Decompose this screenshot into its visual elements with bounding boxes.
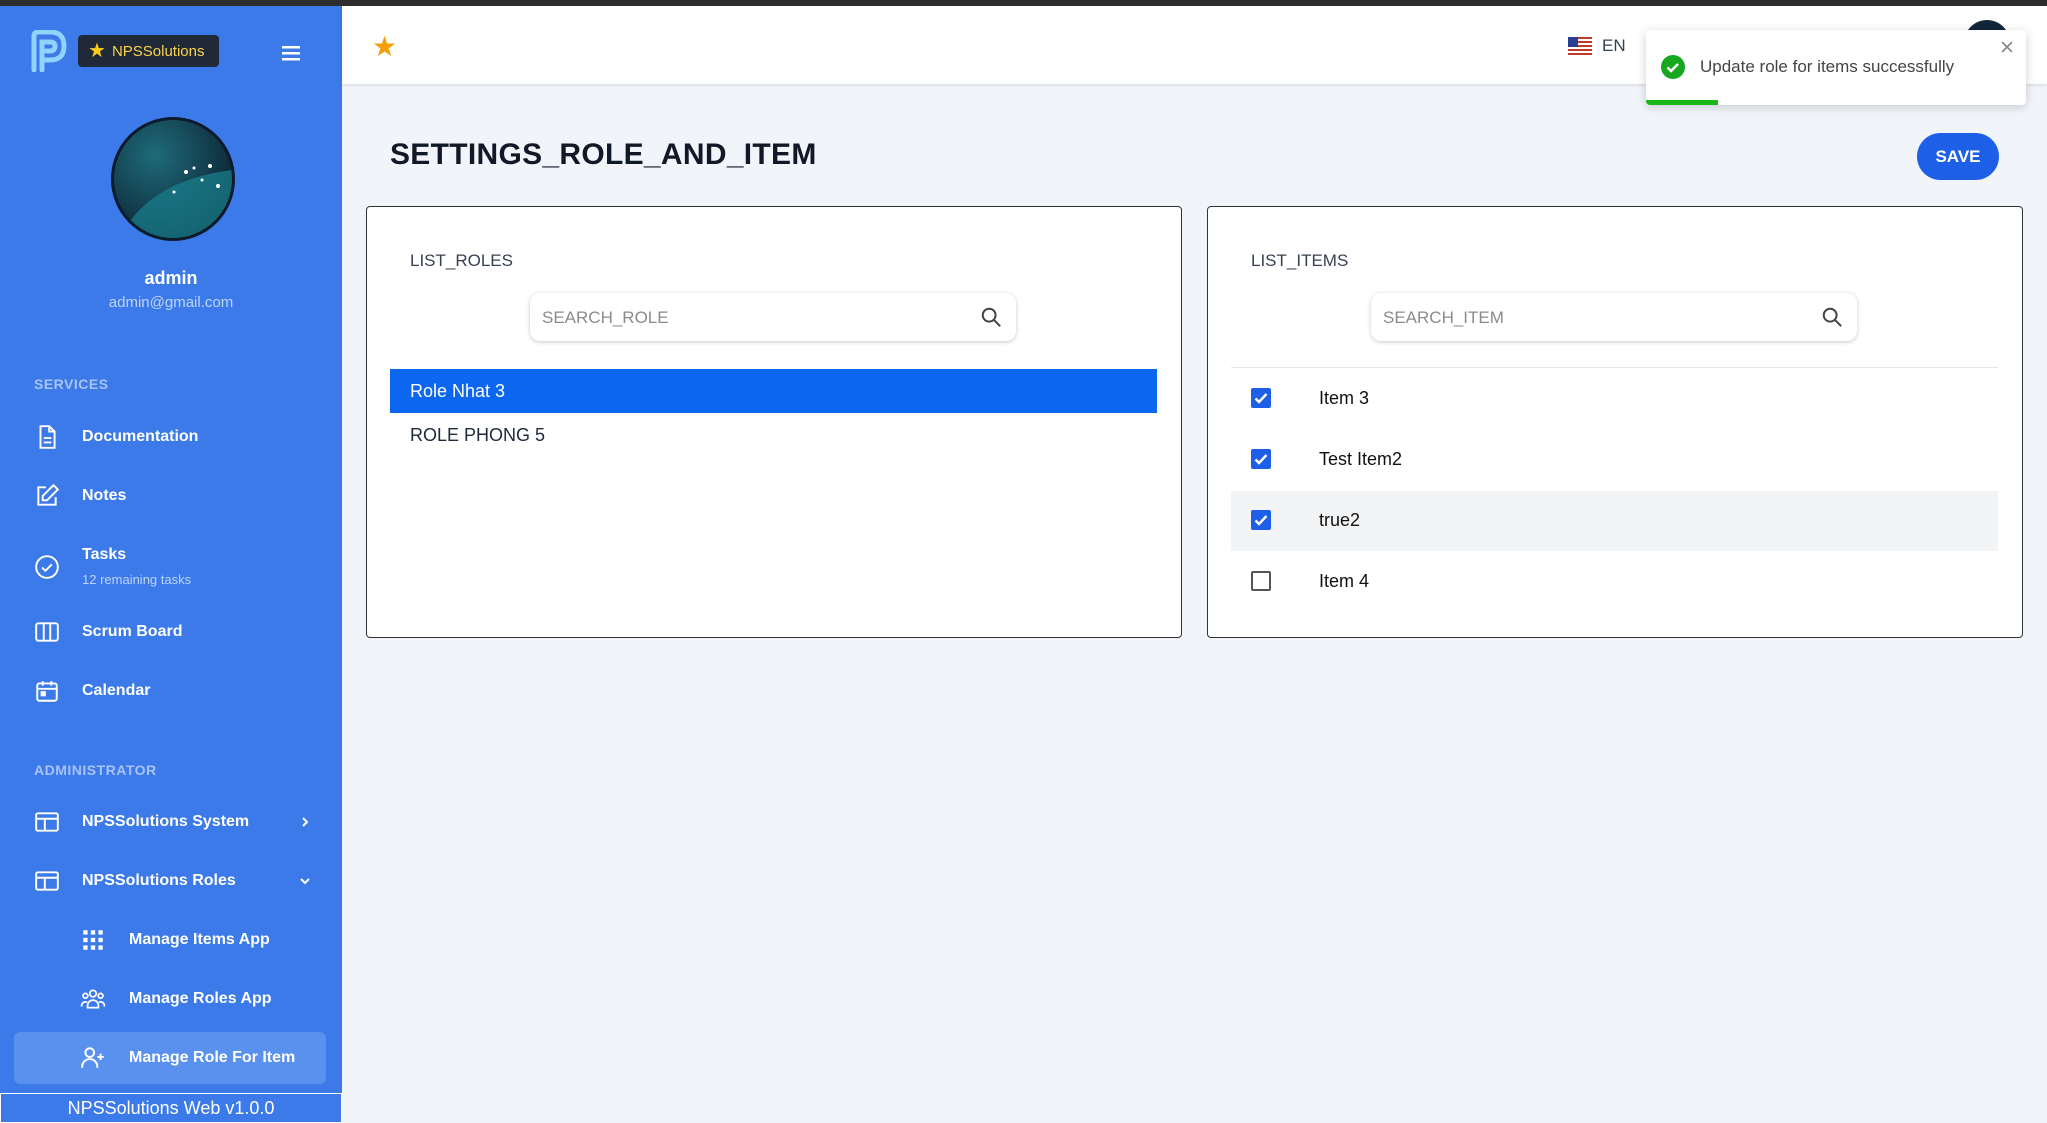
user-name: admin [144, 268, 198, 288]
items-panel: LIST_ITEMS Item 3 Test Item2 true2 Item … [1207, 206, 2023, 638]
item-checkbox[interactable] [1251, 449, 1271, 469]
toast-message: Update role for items successfully [1700, 57, 1955, 76]
sidebar-item-label: Tasks [82, 546, 127, 563]
app-logo [31, 30, 67, 72]
search-item-input[interactable] [1381, 293, 1785, 343]
sidebar-item-label: Scrum Board [82, 623, 183, 640]
us-flag-icon [1568, 37, 1592, 55]
role-list-item[interactable]: Role Nhat 3 [390, 369, 1157, 413]
sidebar-item-label: Calendar [82, 682, 151, 699]
role-search-box [530, 293, 1016, 343]
sidebar-item-calendar[interactable]: Calendar [14, 665, 326, 717]
items-divider [1231, 367, 1998, 368]
role-list-item[interactable]: ROLE PHONG 5 [390, 413, 1157, 457]
sidebar-item-documentation[interactable]: Documentation [14, 411, 326, 463]
sidebar-item-label: Manage Role For Item [129, 1049, 296, 1066]
sidebar-item-notes[interactable]: Notes [14, 470, 326, 522]
user-email: admin@gmail.com [108, 294, 234, 311]
item-label: Item 3 [1319, 388, 1370, 408]
calendar-icon [36, 681, 58, 702]
item-row[interactable]: Item 4 [1231, 552, 1998, 612]
sidebar-item-label: Documentation [82, 428, 199, 445]
sidebar-item-label: NPSSolutions Roles [82, 872, 236, 889]
save-button[interactable]: SAVE [1917, 133, 1999, 180]
item-checkbox[interactable] [1251, 388, 1271, 408]
item-search-box [1371, 293, 1857, 343]
sidebar-item-sublabel: 12 remaining tasks [82, 572, 192, 587]
item-row[interactable]: Test Item2 [1231, 430, 1998, 490]
columns-icon [35, 622, 59, 642]
roles-panel: LIST_ROLES Role Nhat 3 ROLE PHONG 5 [366, 206, 1182, 638]
language-code: EN [1602, 36, 1626, 55]
toast-progress-bar [1646, 100, 1719, 105]
item-label: Test Item2 [1319, 449, 1403, 469]
sidebar-item-npssolutions-roles[interactable]: NPSSolutions Roles [14, 855, 326, 907]
roles-panel-label: LIST_ROLES [410, 251, 513, 270]
items-panel-label: LIST_ITEMS [1251, 251, 1349, 270]
app-version: NPSSolutions Web v1.0.0 [0, 1093, 342, 1123]
close-icon[interactable] [2000, 40, 2014, 54]
sidebar-item-manage-items-app[interactable]: Manage Items App [14, 914, 326, 966]
item-row[interactable]: Item 3 [1231, 369, 1998, 429]
page-title: SETTINGS_ROLE_AND_ITEM [390, 138, 817, 171]
chevron-down-icon [300, 878, 310, 885]
item-label: true2 [1319, 510, 1361, 530]
sidebar-item-tasks[interactable]: Tasks 12 remaining tasks [14, 540, 326, 592]
search-role-input[interactable] [540, 293, 944, 343]
user-plus-icon [81, 1047, 104, 1068]
item-checkbox[interactable] [1251, 510, 1271, 530]
search-icon[interactable] [980, 306, 1002, 328]
window-icon [35, 812, 59, 832]
avatar[interactable] [111, 117, 235, 241]
sidebar-item-label: Notes [82, 487, 127, 504]
search-icon[interactable] [1821, 306, 1843, 328]
check-circle-icon [35, 555, 59, 579]
favorite-star-icon[interactable]: ★ [372, 30, 397, 63]
star-icon: ★ [88, 40, 106, 62]
document-icon [39, 425, 56, 449]
item-checkbox[interactable] [1251, 571, 1271, 591]
success-toast: Update role for items successfully [1646, 30, 2026, 105]
sidebar-item-scrum-board[interactable]: Scrum Board [14, 606, 326, 658]
section-label-administrator: ADMINISTRATOR [34, 762, 157, 778]
language-selector[interactable]: EN [1568, 36, 1626, 56]
sidebar-item-manage-role-for-item[interactable]: Manage Role For Item [14, 1032, 326, 1084]
brand-badge: ★ NPSSolutions [78, 35, 219, 67]
sidebar: ★ NPSSolutions admin admin@gmail.com SER… [0, 6, 342, 1123]
item-row[interactable]: true2 [1231, 491, 1998, 551]
section-label-services: SERVICES [34, 376, 109, 392]
window-icon [35, 871, 59, 891]
grid-icon [83, 930, 103, 950]
item-label: Item 4 [1319, 571, 1370, 591]
sidebar-item-manage-roles-app[interactable]: Manage Roles App [14, 973, 326, 1025]
sidebar-item-label: NPSSolutions System [82, 813, 250, 830]
success-check-icon [1661, 55, 1685, 79]
hamburger-menu-icon[interactable] [280, 42, 302, 64]
sidebar-item-npssolutions-system[interactable]: NPSSolutions System [14, 796, 326, 848]
brand-name: NPSSolutions [111, 42, 205, 60]
users-icon [80, 989, 106, 1009]
pencil-square-icon [37, 483, 60, 506]
sidebar-item-label: Manage Items App [129, 931, 270, 948]
chevron-right-icon [302, 817, 309, 827]
sidebar-item-label: Manage Roles App [129, 990, 272, 1007]
